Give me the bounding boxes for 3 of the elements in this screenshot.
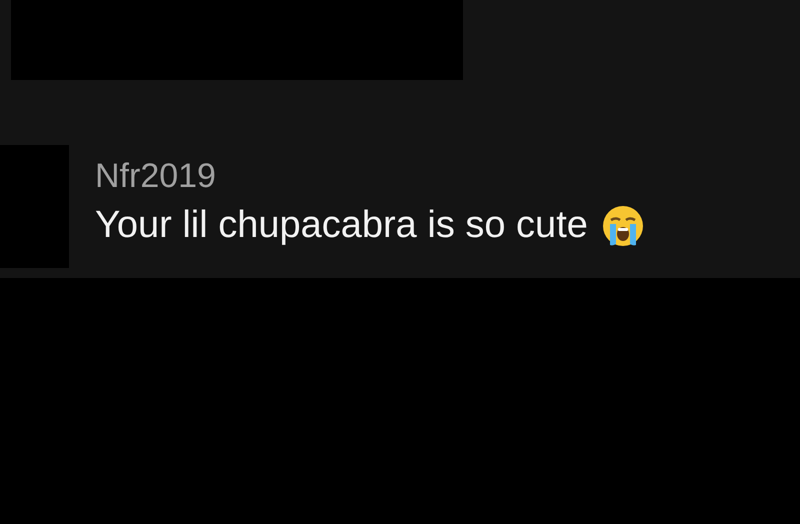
username[interactable]: Nfr2019 xyxy=(95,158,644,196)
comment-text: Your lil chupacabra is so cute xyxy=(95,203,588,248)
crying-face-icon xyxy=(602,205,644,248)
